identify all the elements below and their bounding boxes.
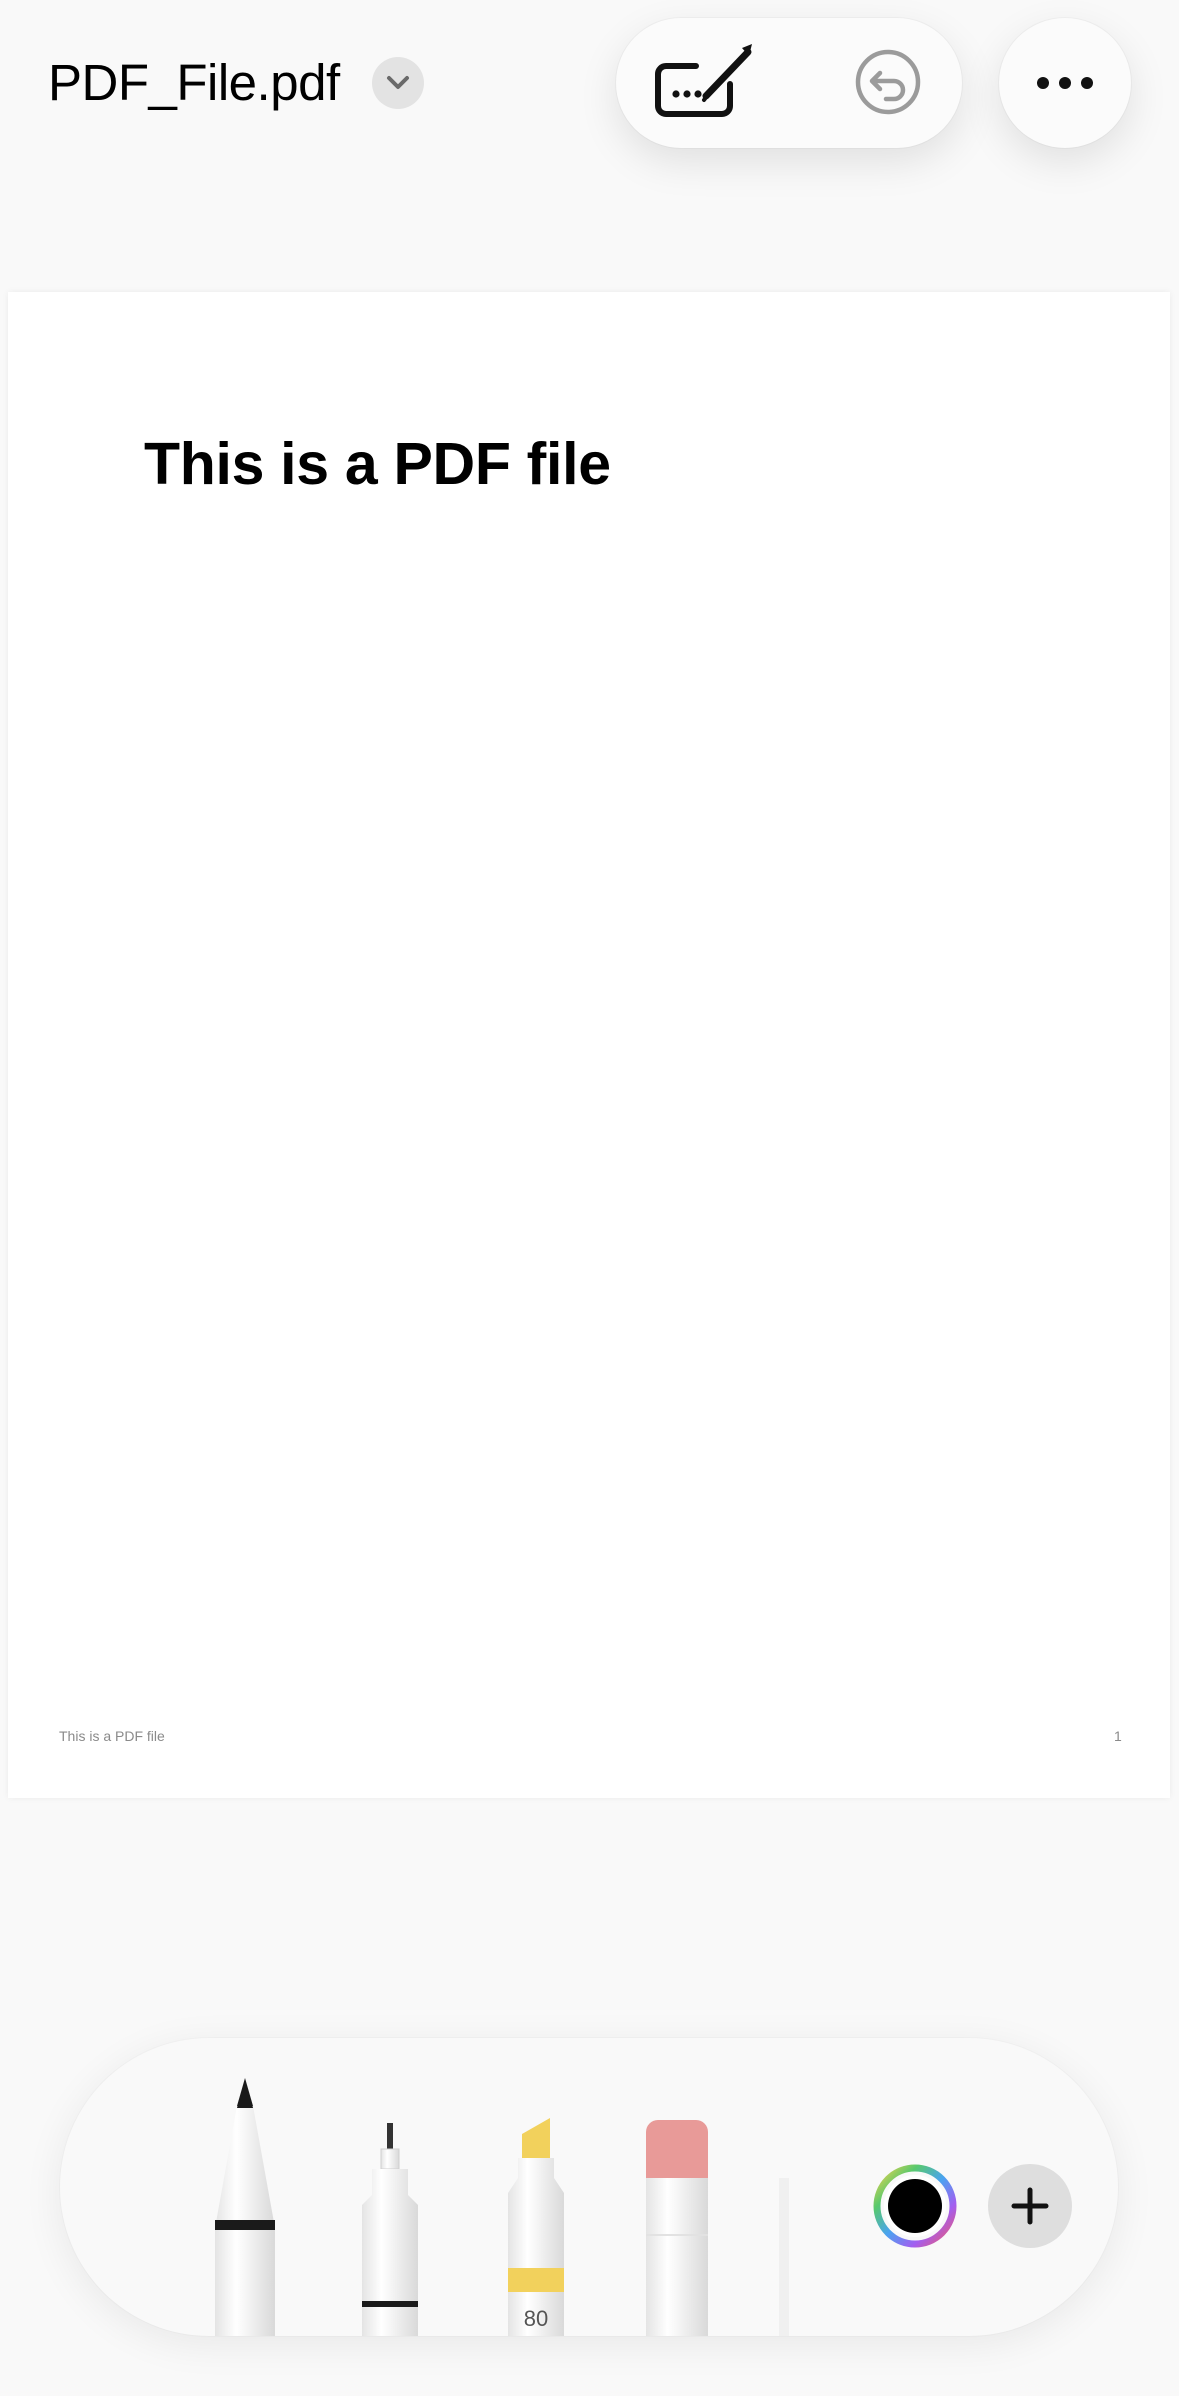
ellipsis-icon [1037, 77, 1093, 89]
page-footer-text: This is a PDF file [59, 1728, 165, 1744]
selected-color-swatch [888, 2179, 942, 2233]
highlighter-opacity-label: 80 [523, 2306, 549, 2331]
pdf-page[interactable]: This is a PDF file This is a PDF file 1 [8, 292, 1170, 1798]
eraser-tool[interactable] [642, 2120, 712, 2336]
color-picker-button[interactable] [873, 2164, 957, 2248]
ruler-tool[interactable] [775, 2178, 795, 2336]
markup-pen-icon[interactable] [650, 40, 758, 124]
page-heading: This is a PDF file [144, 431, 611, 497]
page-number: 1 [1114, 1728, 1122, 1744]
plus-icon [1011, 2187, 1049, 2225]
highlighter-tool[interactable] [496, 2118, 576, 2336]
pen-tool[interactable] [205, 2078, 285, 2336]
undo-icon[interactable] [852, 46, 924, 118]
fineliner-tool[interactable] [350, 2123, 430, 2336]
add-tool-button[interactable] [988, 2164, 1072, 2248]
chevron-down-icon[interactable] [372, 57, 424, 109]
tool-palette: 80 [60, 2038, 1118, 2336]
more-button[interactable] [999, 18, 1131, 148]
document-title[interactable]: PDF_File.pdf [48, 50, 340, 116]
